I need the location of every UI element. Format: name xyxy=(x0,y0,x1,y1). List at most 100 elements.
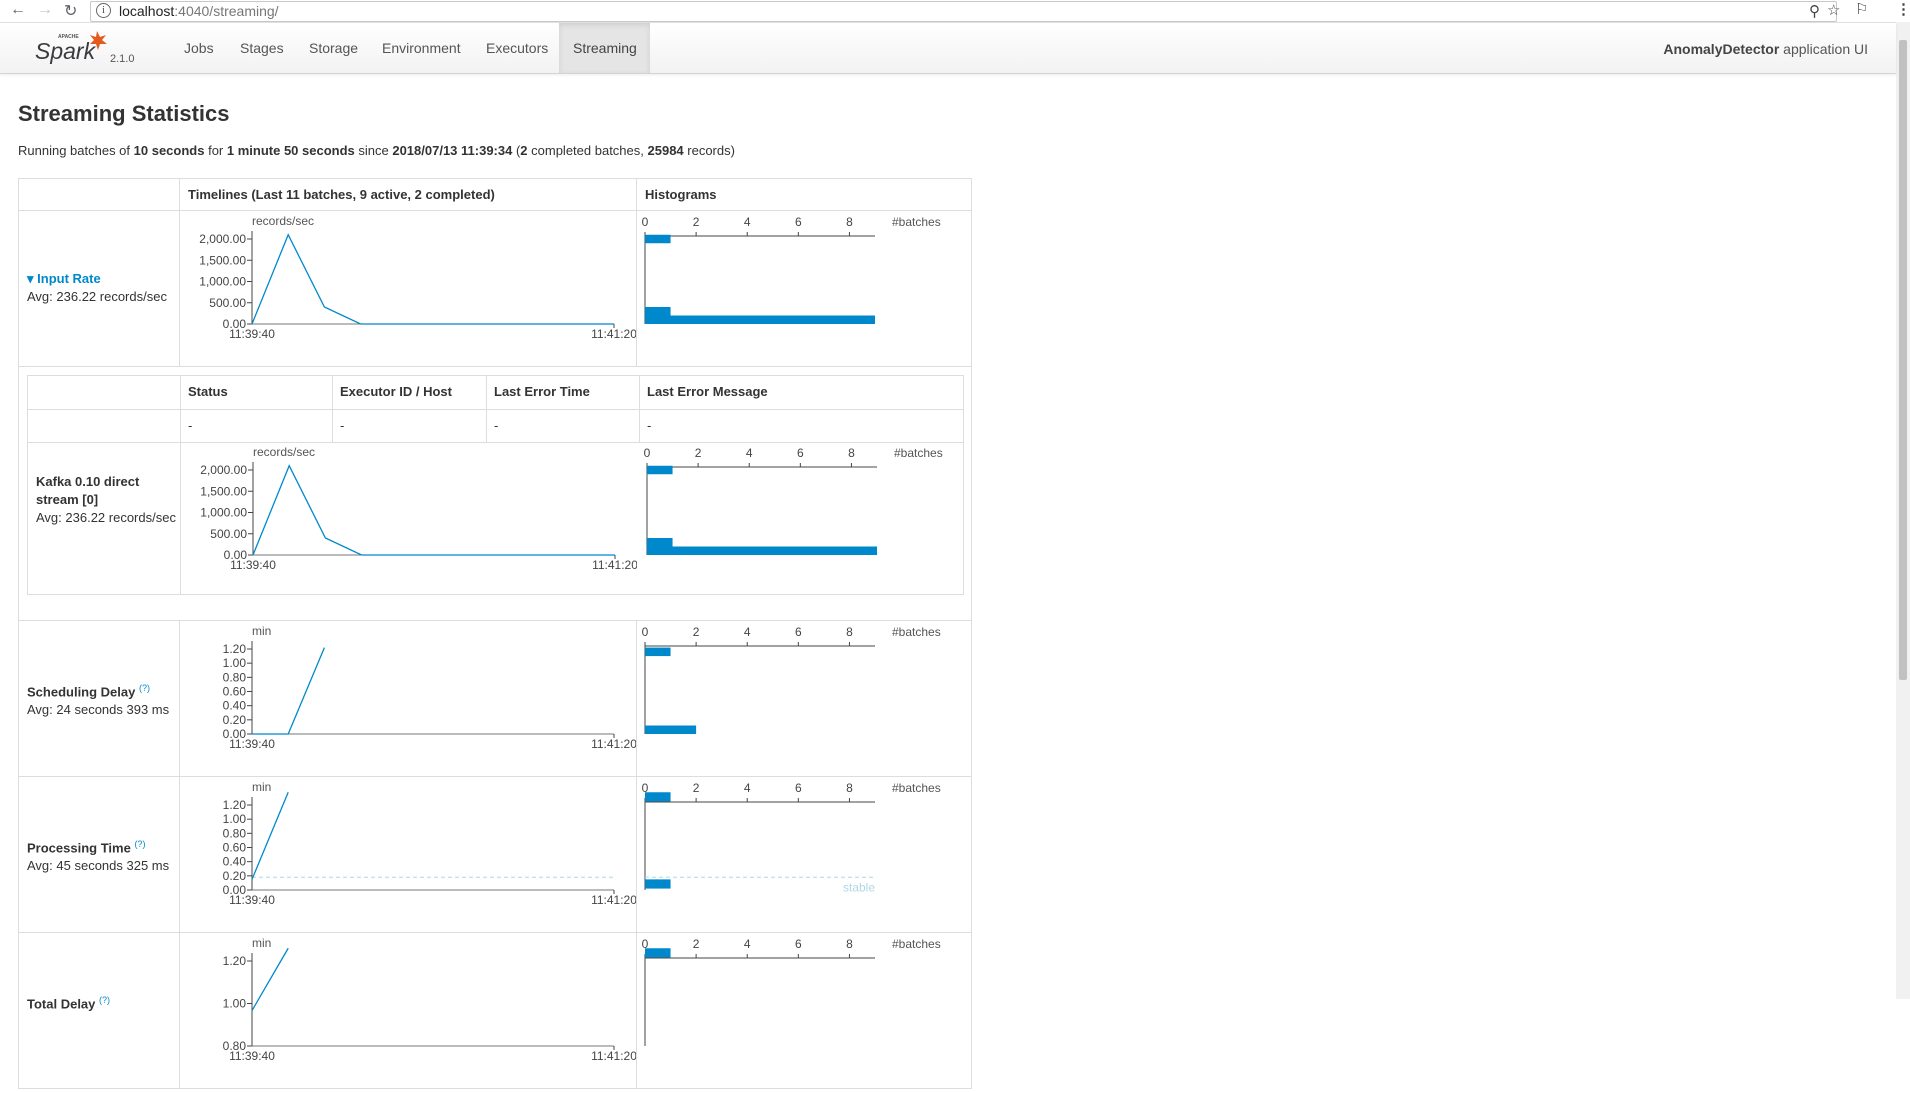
bookmark-star-icon[interactable]: ☆ xyxy=(1827,1,1840,19)
y-tick-label: 0.80 xyxy=(223,670,247,684)
receiver-executor-header: Executor ID / Host xyxy=(340,384,452,399)
total-delay-row: Total Delay (?) min 1.20 1.00 0.80 11:39:40 1… xyxy=(19,932,971,1088)
scheduling-delay-histogram: 0 2 4 6 8 #batches xyxy=(642,625,941,734)
tab-executors[interactable]: Executors xyxy=(472,23,562,73)
y-tick-label: 1.20 xyxy=(223,954,247,968)
hist-x-tick-label: 6 xyxy=(797,446,804,460)
y-tick-label: 1,500.00 xyxy=(200,484,247,498)
y-tick-label: 0.40 xyxy=(223,699,247,713)
triangle-down-icon: ▾ xyxy=(27,271,34,286)
input-rate-avg: Avg: 236.22 records/sec xyxy=(27,289,167,304)
receiver-executor-value: - xyxy=(340,418,345,433)
y-tick-label: 1.00 xyxy=(223,812,247,826)
help-icon[interactable]: (?) xyxy=(139,683,150,693)
hist-x-tick-label: 0 xyxy=(642,625,649,639)
y-tick-label: 1,000.00 xyxy=(199,275,246,289)
forward-icon[interactable]: → xyxy=(37,1,53,19)
hist-bar xyxy=(645,725,697,734)
series-line xyxy=(251,233,614,325)
tab-streaming[interactable]: Streaming xyxy=(559,23,650,73)
y-tick-label: 0.20 xyxy=(223,713,247,727)
processing-time-timeline: min1.201.000.800.600.400.200.0011:39:40 1… xyxy=(223,780,638,907)
hist-x-tick-label: 8 xyxy=(846,215,853,229)
processing-time-row: Processing Time (?) Avg: 45 seconds 325 … xyxy=(19,776,971,932)
hist-x-tick-label: 6 xyxy=(795,215,802,229)
streaming-stats-table: Timelines (Last 11 batches, 9 active, 2 … xyxy=(18,178,972,1089)
hist-bar xyxy=(645,307,671,316)
series-line xyxy=(252,647,325,735)
y-tick-label: 0.40 xyxy=(223,855,247,869)
y-unit-label: records/sec xyxy=(252,214,314,228)
tab-jobs[interactable]: Jobs xyxy=(170,23,228,73)
logo-spark-text: Spark xyxy=(35,38,97,64)
hist-x-tick-label: 0 xyxy=(644,446,651,460)
help-icon[interactable]: (?) xyxy=(134,839,145,849)
series-line xyxy=(251,947,289,1011)
hist-x-tick-label: 2 xyxy=(693,781,700,795)
page-title: Streaming Statistics xyxy=(18,101,230,126)
input-rate-toggle[interactable]: ▾ Input Rate xyxy=(27,271,101,286)
receiver-avg: Avg: 236.22 records/sec xyxy=(36,510,176,525)
receiver-status-header: Status xyxy=(188,384,228,399)
hist-x-tick-label: 4 xyxy=(744,937,751,951)
hist-bar xyxy=(645,879,671,889)
y-unit-label: min xyxy=(252,936,271,950)
x-end-label: 11:41:20 xyxy=(591,737,636,751)
scheduling-delay-avg: Avg: 24 seconds 393 ms xyxy=(27,702,170,718)
scheduling-delay-timeline: min1.201.000.800.600.400.200.0011:39:40 1… xyxy=(223,624,638,751)
hist-batches-label: #batches xyxy=(892,781,941,795)
receiver-value-row: - - - - xyxy=(28,410,963,443)
hist-x-tick-label: 6 xyxy=(795,781,802,795)
x-start-label: 11:39:40 xyxy=(229,1049,275,1063)
menu-dots-icon[interactable]: ⋮ xyxy=(1896,0,1910,18)
x-end-label: 11:41:20 xyxy=(591,893,636,907)
hist-x-tick-label: 4 xyxy=(746,446,753,460)
address-bar[interactable]: i localhost:4040/streaming/ ⚲ ☆ xyxy=(90,1,1840,22)
back-icon[interactable]: ← xyxy=(10,1,26,19)
info-icon[interactable]: i xyxy=(96,3,111,18)
y-tick-label: 2,000.00 xyxy=(199,232,246,246)
stable-label: stable xyxy=(843,880,875,894)
timelines-header: Timelines (Last 11 batches, 9 active, 2 … xyxy=(188,187,495,202)
help-icon[interactable]: (?) xyxy=(99,995,110,1005)
processing-time-avg: Avg: 45 seconds 325 ms xyxy=(27,858,170,874)
y-tick-label: 0.80 xyxy=(223,826,247,840)
tab-environment[interactable]: Environment xyxy=(368,23,475,73)
tab-storage[interactable]: Storage xyxy=(295,23,372,73)
receiver-error-time-value: - xyxy=(494,418,499,433)
x-start-label: 11:39:40 xyxy=(230,558,276,572)
y-tick-label: 1,500.00 xyxy=(199,253,246,267)
y-tick-label: 1.20 xyxy=(223,642,247,656)
x-end-label: 11:41:20 xyxy=(591,327,636,341)
hist-x-tick-label: 2 xyxy=(693,215,700,229)
x-start-label: 11:39:40 xyxy=(229,893,275,907)
processing-time-label: Processing Time (?) Avg: 45 seconds 325 … xyxy=(27,839,170,874)
hist-bar xyxy=(647,546,877,555)
hist-bar xyxy=(645,647,671,657)
x-end-label: 11:41:20 xyxy=(591,1049,636,1063)
hist-x-tick-label: 8 xyxy=(846,937,853,951)
app-name: AnomalyDetector application UI xyxy=(1663,41,1868,57)
zoom-icon[interactable]: ⚲ xyxy=(1809,2,1820,20)
x-end-label: 11:41:20 xyxy=(592,558,637,572)
y-tick-label: 1.00 xyxy=(223,656,247,670)
scrollbar-thumb[interactable] xyxy=(1899,40,1907,680)
hist-x-tick-label: 2 xyxy=(693,625,700,639)
hist-batches-label: #batches xyxy=(894,446,943,460)
y-unit-label: min xyxy=(252,624,271,638)
reload-icon[interactable]: ↻ xyxy=(64,1,77,21)
page-scrollbar[interactable] xyxy=(1896,22,1910,999)
y-tick-label: 500.00 xyxy=(209,296,246,310)
hist-x-tick-label: 6 xyxy=(795,625,802,639)
total-delay-timeline: min1.201.000.8011:39:40 11:41:20 xyxy=(223,936,638,1063)
tab-stages[interactable]: Stages xyxy=(226,23,298,73)
hist-batches-label: #batches xyxy=(892,215,941,229)
browser-toolbar: ← → ↻ i localhost:4040/streaming/ ⚲ ☆ ⚐ … xyxy=(0,0,1910,23)
y-tick-label: 1,000.00 xyxy=(200,506,247,520)
y-tick-label: 1.20 xyxy=(223,798,247,812)
hist-x-tick-label: 2 xyxy=(695,446,702,460)
extension-icon[interactable]: ⚐ xyxy=(1855,0,1868,18)
hist-batches-label: #batches xyxy=(892,625,941,639)
hist-x-tick-label: 8 xyxy=(846,625,853,639)
receiver-row: Status Executor ID / Host Last Error Tim… xyxy=(19,366,971,620)
